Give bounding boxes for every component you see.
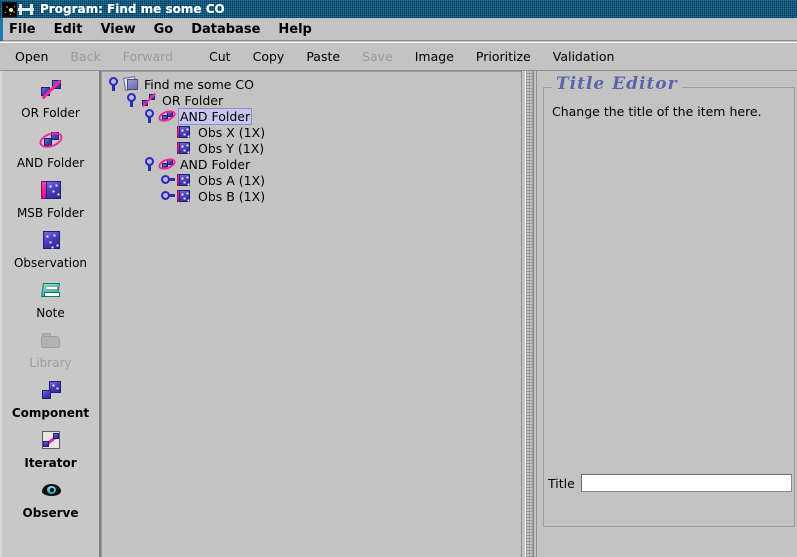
observation-icon <box>176 172 194 188</box>
tree-node[interactable]: Find me some CO <box>106 76 521 92</box>
tree-node[interactable]: Obs B (1X) <box>106 188 521 204</box>
toolbar: Open Back Forward Cut Copy Paste Save Im… <box>0 42 797 71</box>
window-title: Program: Find me some CO <box>40 2 225 16</box>
program-tree: Find me some CO OR Folder AND Folder Obs X … <box>106 75 521 204</box>
menu-database[interactable]: Database <box>182 20 269 39</box>
and-folder-icon <box>156 156 178 172</box>
toolbar-forward-button: Forward <box>122 49 174 64</box>
toolbar-open-button[interactable]: Open <box>8 46 55 67</box>
tree-node-label: Obs A (1X) <box>198 172 266 188</box>
palette-label: AND Folder <box>16 156 85 170</box>
tree-node[interactable]: AND Folder <box>106 107 521 125</box>
observation-icon <box>176 140 194 156</box>
main-content: OR Folder AND Folder MSB Folder Observat… <box>0 71 797 557</box>
split-pane-divider[interactable] <box>521 71 537 557</box>
program-tree-pane[interactable]: Find me some CO OR Folder AND Folder Obs X … <box>101 71 521 557</box>
tree-expand-handle-open[interactable] <box>124 92 140 108</box>
toolbar-save-button: Save <box>362 49 393 64</box>
or-folder-icon <box>38 77 64 103</box>
title-input[interactable] <box>580 474 792 492</box>
iterator-icon <box>38 427 64 453</box>
palette-label: Component <box>11 406 90 420</box>
palette-item-component[interactable]: Component <box>2 377 99 420</box>
tree-node-label: AND Folder <box>180 156 251 172</box>
tree-node[interactable]: Obs X (1X) <box>106 124 521 140</box>
tree-expand-handle-open[interactable] <box>142 156 158 172</box>
tree-node[interactable]: Obs Y (1X) <box>106 140 521 156</box>
palette-item-note[interactable]: Note <box>2 277 99 320</box>
toolbar-image-button[interactable]: Image <box>408 46 461 67</box>
editor-pane: Title Editor Change the title of the ite… <box>537 71 797 557</box>
palette-item-observation[interactable]: Observation <box>2 227 99 270</box>
palette-label: Library <box>29 356 72 370</box>
toolbar-back-button: Back <box>70 49 101 64</box>
palette-item-and-folder[interactable]: AND Folder <box>2 127 99 170</box>
palette-label: Iterator <box>24 456 77 470</box>
tree-node-label: OR Folder <box>162 92 224 108</box>
tree-handle-spacer <box>160 140 176 156</box>
or-folder-icon <box>140 92 158 108</box>
tree-expand-handle-closed[interactable] <box>160 172 176 188</box>
tree-expand-handle-open[interactable] <box>142 108 158 124</box>
menu-view[interactable]: View <box>91 20 144 39</box>
menu-bar: File Edit View Go Database Help <box>0 18 797 41</box>
toolbar-copy-button[interactable]: Copy <box>246 46 292 67</box>
observation-icon <box>176 188 194 204</box>
title-field-row: Title <box>548 474 792 492</box>
menu-edit[interactable]: Edit <box>45 20 92 39</box>
tree-handle-spacer <box>160 124 176 140</box>
toolbar-cut-button[interactable]: Cut <box>202 46 238 67</box>
title-field-label: Title <box>548 475 575 491</box>
menu-go[interactable]: Go <box>145 20 183 39</box>
palette-label: OR Folder <box>21 106 80 120</box>
tree-node-label: AND Folder <box>178 107 253 125</box>
library-icon <box>38 327 64 353</box>
application-window: Program: Find me some CO File Edit View … <box>0 0 797 557</box>
menubar-left-rail <box>0 18 3 41</box>
toolbar-paste-button[interactable]: Paste <box>299 46 347 67</box>
tree-node[interactable]: AND Folder <box>106 156 521 172</box>
toolbar-prioritize-button[interactable]: Prioritize <box>469 46 538 67</box>
palette-label: MSB Folder <box>16 206 85 220</box>
component-icon <box>38 377 64 403</box>
note-icon <box>38 277 64 303</box>
panel-title: Title Editor <box>552 74 682 94</box>
window-titlebar: Program: Find me some CO <box>0 0 797 18</box>
observation-icon <box>176 124 194 140</box>
panel-description: Change the title of the item here. <box>552 104 762 119</box>
tree-node-label: Obs X (1X) <box>198 124 266 140</box>
toolbar-validation-button[interactable]: Validation <box>546 46 622 67</box>
tree-node[interactable]: Obs A (1X) <box>106 172 521 188</box>
divider-grip[interactable] <box>525 71 534 557</box>
and-folder-icon <box>36 127 65 153</box>
msb-folder-icon <box>38 177 64 203</box>
palette-label: Note <box>36 306 65 320</box>
tree-expand-handle-open[interactable] <box>106 76 122 92</box>
palette-label: Observe <box>22 506 79 520</box>
program-doc-icon <box>122 76 140 92</box>
tree-node-label: Obs B (1X) <box>198 188 266 204</box>
and-folder-icon <box>156 108 178 124</box>
menu-help[interactable]: Help <box>269 20 320 39</box>
tree-expand-handle-closed[interactable] <box>160 188 176 204</box>
window-handles-icon <box>18 3 34 16</box>
menu-file[interactable]: File <box>0 20 45 39</box>
tree-node[interactable]: OR Folder <box>106 92 521 108</box>
palette-item-library: Library <box>2 327 99 370</box>
palette-item-msb-folder[interactable]: MSB Folder <box>2 177 99 220</box>
palette-item-or-folder[interactable]: OR Folder <box>2 77 99 120</box>
nebula-image-icon <box>2 1 17 17</box>
tree-node-label: Find me some CO <box>144 76 254 92</box>
observe-eye-icon <box>38 477 64 503</box>
observation-icon <box>38 227 64 253</box>
title-editor-panel: Title Editor Change the title of the ite… <box>543 74 795 527</box>
palette-label: Observation <box>13 256 88 270</box>
palette-item-iterator[interactable]: Iterator <box>2 427 99 470</box>
component-palette: OR Folder AND Folder MSB Folder Observat… <box>0 71 101 557</box>
palette-item-observe[interactable]: Observe <box>2 477 99 520</box>
tree-node-label: Obs Y (1X) <box>198 140 265 156</box>
